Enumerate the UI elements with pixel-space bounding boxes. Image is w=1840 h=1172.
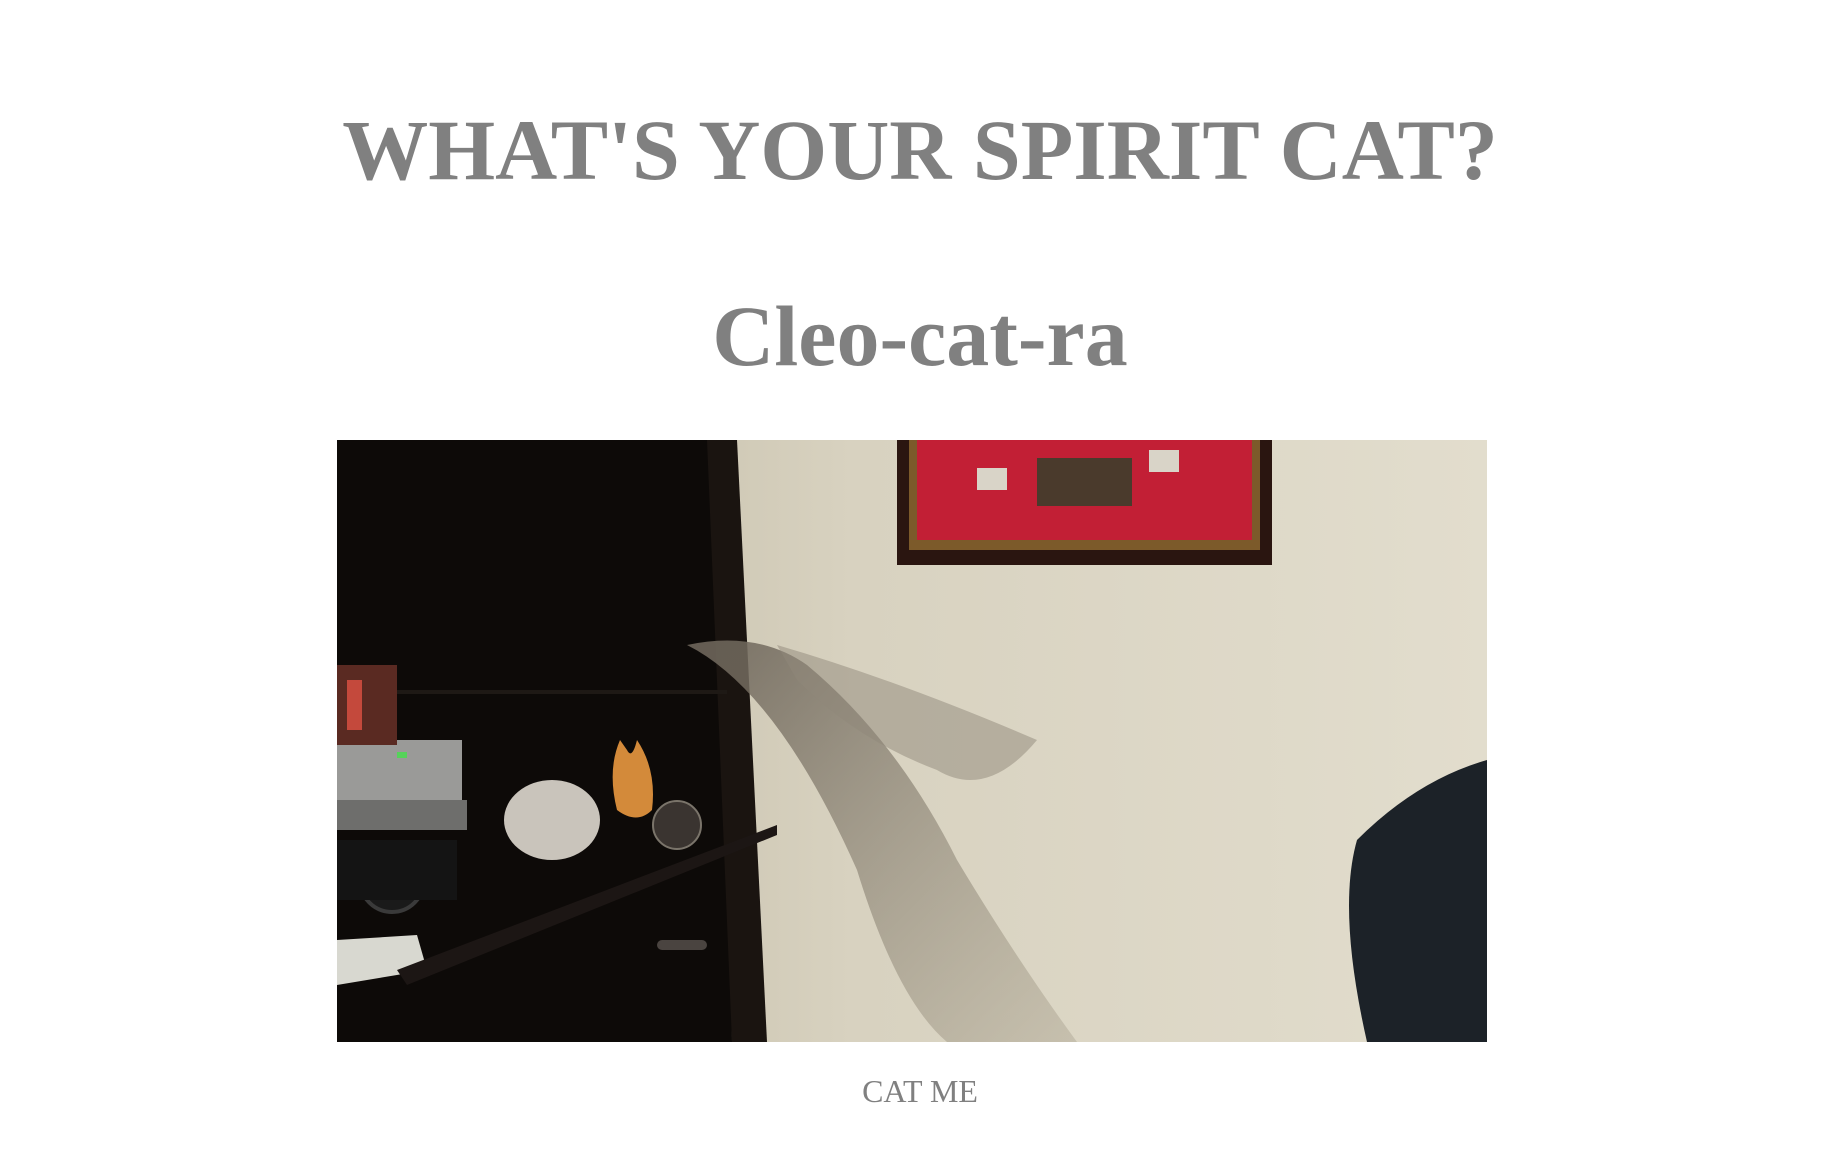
page-title: WHAT'S YOUR SPIRIT CAT? (342, 102, 1498, 198)
cat-me-button[interactable]: CAT ME (820, 1068, 1020, 1114)
page: WHAT'S YOUR SPIRIT CAT? Cleo-cat-ra CAT … (0, 0, 1840, 1172)
spirit-cat-image (337, 440, 1487, 1042)
spirit-cat-name: Cleo-cat-ra (712, 288, 1128, 384)
